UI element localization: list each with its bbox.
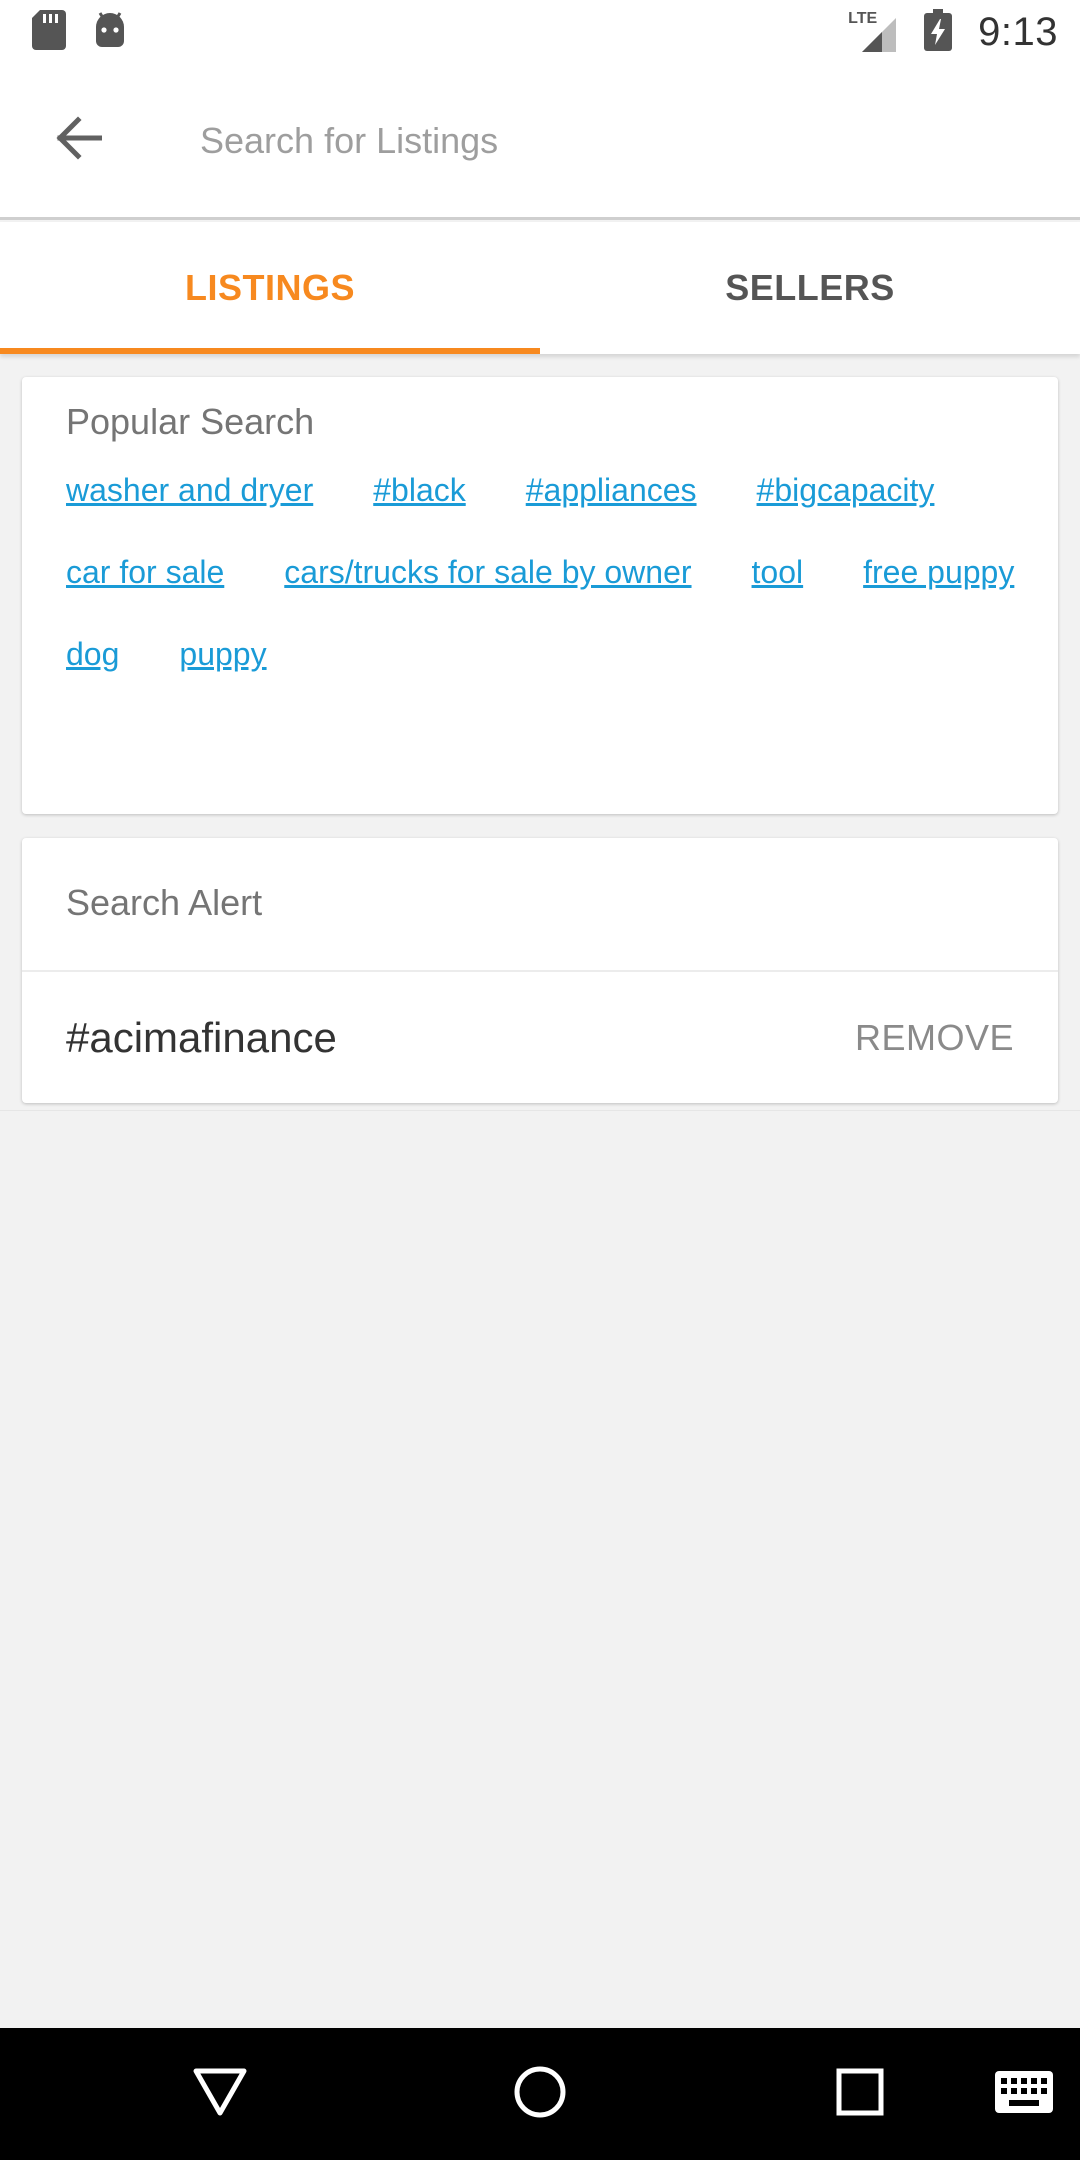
tab-sellers[interactable]: SELLERS	[540, 222, 1080, 354]
home-circle-icon	[512, 2064, 568, 2125]
alert-term: #acimafinance	[66, 1013, 337, 1061]
nav-back-button[interactable]	[180, 2054, 260, 2134]
status-bar: LTE 9:13	[0, 0, 1080, 64]
popular-tag-car-for-sale[interactable]: car for sale	[52, 551, 224, 593]
popular-tag-free-puppy[interactable]: free puppy	[849, 551, 1014, 593]
popular-search-tags: washer and dryer #black #appliances #big…	[52, 469, 1032, 675]
popular-search-card: Popular Search washer and dryer #black #…	[22, 377, 1058, 814]
popular-tag-washer-and-dryer[interactable]: washer and dryer	[52, 469, 313, 511]
alert-item: #acimafinance REMOVE	[22, 972, 1058, 1103]
android-icon	[92, 11, 128, 54]
tab-listings[interactable]: LISTINGS	[0, 222, 540, 354]
status-right-icons: LTE 9:13	[848, 8, 1058, 56]
nav-recents-button[interactable]	[820, 2054, 900, 2134]
popular-tag-black[interactable]: #black	[359, 469, 466, 511]
popular-tag-cars-trucks-by-owner[interactable]: cars/trucks for sale by owner	[270, 551, 691, 593]
sd-card-icon	[32, 9, 66, 55]
popular-tag-appliances[interactable]: #appliances	[512, 469, 697, 511]
remove-alert-button[interactable]: REMOVE	[855, 1017, 1014, 1059]
lte-signal-icon: LTE	[848, 10, 898, 54]
popular-tag-bigcapacity[interactable]: #bigcapacity	[743, 469, 935, 511]
status-left-icons	[32, 9, 128, 55]
status-time: 9:13	[978, 9, 1058, 54]
search-alert-card: Search Alert #acimafinance REMOVE	[22, 838, 1058, 1103]
keyboard-icon	[995, 2070, 1053, 2118]
nav-home-button[interactable]	[500, 2054, 580, 2134]
back-button[interactable]	[38, 101, 118, 181]
popular-search-title: Popular Search	[66, 401, 315, 442]
content-divider	[0, 1110, 1080, 1111]
arrow-left-icon	[54, 116, 103, 165]
search-alert-title: Search Alert	[66, 882, 263, 923]
popular-tag-tool[interactable]: tool	[738, 551, 804, 593]
search-input[interactable]	[200, 119, 1020, 162]
nav-keyboard-button[interactable]	[984, 2054, 1064, 2134]
system-nav-bar	[0, 2028, 1080, 2160]
back-triangle-icon	[192, 2067, 248, 2122]
popular-tag-puppy[interactable]: puppy	[165, 633, 266, 675]
battery-charging-icon	[924, 8, 953, 56]
tab-bar: LISTINGS SELLERS	[0, 222, 1080, 354]
recents-square-icon	[835, 2067, 885, 2122]
search-app-bar	[0, 64, 1080, 220]
popular-tag-dog[interactable]: dog	[52, 633, 119, 675]
